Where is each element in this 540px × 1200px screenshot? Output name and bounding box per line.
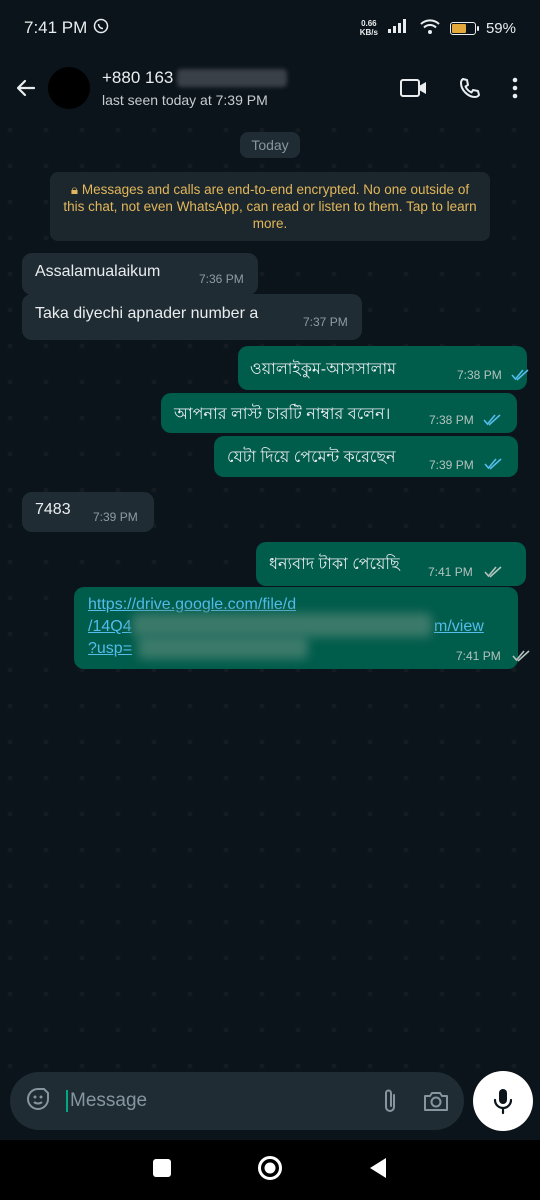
outgoing-message[interactable]: ওয়ালাইকুম-আসসালাম 7:38 PM (238, 346, 529, 390)
message-time: 7:39 PM (429, 458, 474, 472)
sent-ticks-icon (512, 650, 530, 662)
system-nav-bar (0, 1140, 540, 1200)
incoming-message[interactable]: Taka diyechi apnader number a 7:37 PM (22, 294, 362, 340)
outgoing-message[interactable]: আপনার লাস্ট চারটি নাম্বার বলেন। 7:38 PM (161, 393, 517, 433)
chat-area[interactable]: Today 🔒︎ Messages and calls are end-to-e… (0, 120, 540, 1070)
outgoing-message[interactable]: ধন্যবাদ টাকা পেয়েছি 7:41 PM (256, 542, 526, 586)
incoming-message[interactable]: Assalamualaikum 7:36 PM (22, 253, 258, 295)
message-time: 7:36 PM (199, 272, 244, 286)
message-text: যেটা দিয়ে পেমেন্ট করেছেন (227, 449, 396, 466)
home-icon[interactable] (257, 1155, 283, 1186)
lock-icon: 🔒︎ (70, 182, 79, 197)
message-text: আপনার লাস্ট চারটি নাম্বার বলেন। (174, 406, 391, 423)
message-time: 7:39 PM (93, 510, 138, 524)
video-call-icon[interactable] (400, 78, 428, 98)
whatsapp-notification-icon (93, 18, 109, 39)
date-divider: Today (240, 132, 300, 158)
outgoing-link-message[interactable]: https://drive.google.com/file/d /14Q4 m/… (74, 587, 530, 669)
drive-link-line1[interactable]: https://drive.google.com/file/d (88, 595, 296, 615)
outgoing-message[interactable]: যেটা দিয়ে পেমেন্ট করেছেন 7:39 PM (214, 436, 518, 477)
sent-ticks-icon (484, 566, 502, 578)
last-seen: last seen today at 7:39 PM (102, 92, 268, 108)
battery-percent: 59% (485, 19, 516, 37)
contact-name: +880 163 (102, 68, 174, 87)
message-time: 7:38 PM (429, 413, 474, 427)
more-options-icon[interactable] (512, 77, 518, 99)
network-speed: 0.66 KB/s (359, 19, 378, 37)
encryption-notice[interactable]: 🔒︎ Messages and calls are end-to-end enc… (50, 172, 490, 241)
redacted-link (138, 635, 308, 659)
sticker-icon[interactable] (24, 1085, 52, 1118)
chat-header: +880 163 last seen today at 7:39 PM (0, 56, 540, 120)
message-composer: Message (10, 1072, 464, 1130)
back-arrow-icon[interactable] (12, 74, 40, 102)
message-input[interactable]: Message (66, 1090, 358, 1112)
incoming-message[interactable]: 7483 7:39 PM (22, 492, 154, 532)
message-text: 7483 (35, 501, 71, 518)
message-text: ওয়ালাইকুম-আসসালাম (250, 361, 397, 378)
message-time: 7:41 PM (428, 565, 473, 579)
read-ticks-icon (483, 414, 501, 426)
mic-icon (493, 1089, 513, 1115)
message-text: Taka diyechi apnader number a (35, 305, 259, 322)
battery-icon (449, 21, 479, 35)
message-time: 7:41 PM (456, 649, 501, 663)
attach-icon[interactable] (380, 1087, 400, 1115)
read-ticks-icon (511, 369, 529, 381)
message-text: Assalamualaikum (35, 263, 161, 280)
status-bar: 7:41 PM 0.66 KB/s 59% (0, 0, 540, 56)
mic-button[interactable] (473, 1071, 533, 1131)
avatar[interactable] (48, 67, 90, 109)
redacted-link (132, 613, 432, 637)
drive-link-line2-end[interactable]: m/view (434, 617, 484, 637)
voice-call-icon[interactable] (458, 76, 482, 100)
message-text: ধন্যবাদ টাকা পেয়েছি (269, 556, 400, 573)
clock: 7:41 PM (24, 18, 88, 37)
redacted-number (177, 69, 288, 87)
camera-icon[interactable] (422, 1089, 450, 1113)
drive-link-line2-start[interactable]: /14Q4 (88, 617, 132, 637)
signal-icon (387, 19, 410, 37)
drive-link-line3[interactable]: ?usp= (88, 639, 132, 659)
read-ticks-icon (484, 458, 502, 470)
wifi-icon (420, 18, 440, 38)
contact-info[interactable]: +880 163 last seen today at 7:39 PM (102, 68, 400, 108)
message-time: 7:37 PM (303, 315, 348, 329)
recents-icon[interactable] (152, 1158, 172, 1183)
message-time: 7:38 PM (457, 368, 502, 382)
back-nav-icon[interactable] (368, 1157, 388, 1184)
